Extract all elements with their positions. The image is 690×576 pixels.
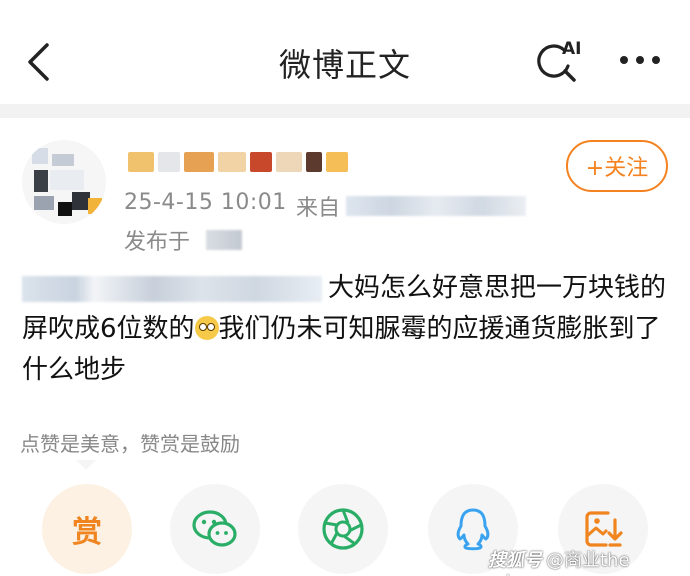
reward-hint: 点赞是美意，赞赏是鼓励: [20, 432, 240, 456]
ai-search-icon: AI: [537, 39, 581, 82]
more-dot: [636, 56, 644, 64]
more-dot: [652, 56, 660, 64]
source-prefix: 来自: [296, 196, 341, 221]
svg-text:AI: AI: [562, 39, 581, 59]
source-device-masked: [346, 196, 526, 216]
flushed-face-emoji-icon: [194, 316, 219, 340]
top-nav-bar: 微博正文 AI: [0, 0, 690, 104]
section-divider: [0, 104, 690, 118]
wechat-icon: [192, 510, 237, 547]
watermark: 搜狐号@商业the mirror: [488, 546, 690, 576]
more-options-button[interactable]: [612, 40, 668, 80]
author-name-mask: [218, 152, 246, 172]
more-dots-icon: [620, 56, 628, 64]
author-name-mask: [250, 152, 272, 172]
share-wechat-button[interactable]: [170, 484, 260, 574]
reward-button[interactable]: 赏: [42, 484, 132, 574]
share-moments-button[interactable]: [298, 484, 388, 574]
author-name-mask: [306, 152, 322, 172]
hint-pointer: [76, 460, 96, 470]
ai-search-button[interactable]: AI: [536, 36, 594, 86]
author-name-mask: [276, 152, 302, 172]
author-avatar[interactable]: [22, 140, 106, 224]
watermark-logo: 搜狐号: [488, 550, 542, 571]
moments-icon: [322, 508, 364, 550]
author-name-mask: [184, 152, 214, 172]
author-name-mask: [158, 152, 180, 172]
save-image-icon: [585, 511, 623, 547]
post-timestamp: 25-4-15 10:01: [124, 190, 287, 215]
reward-icon: 赏: [72, 515, 102, 550]
author-name-mask: [326, 152, 348, 172]
post-body: 大妈怎么好意思把一万块钱的屏吹成6位数的 我们仍未可知脲霉的应援通货膨胀到了什么地…: [22, 268, 672, 391]
publish-location-masked: [206, 230, 242, 250]
author-name-mask: [128, 152, 154, 172]
author-name[interactable]: [124, 146, 364, 178]
follow-button[interactable]: +关注: [566, 140, 668, 192]
qq-icon: [456, 508, 490, 551]
publish-location-prefix: 发布于: [124, 230, 191, 255]
